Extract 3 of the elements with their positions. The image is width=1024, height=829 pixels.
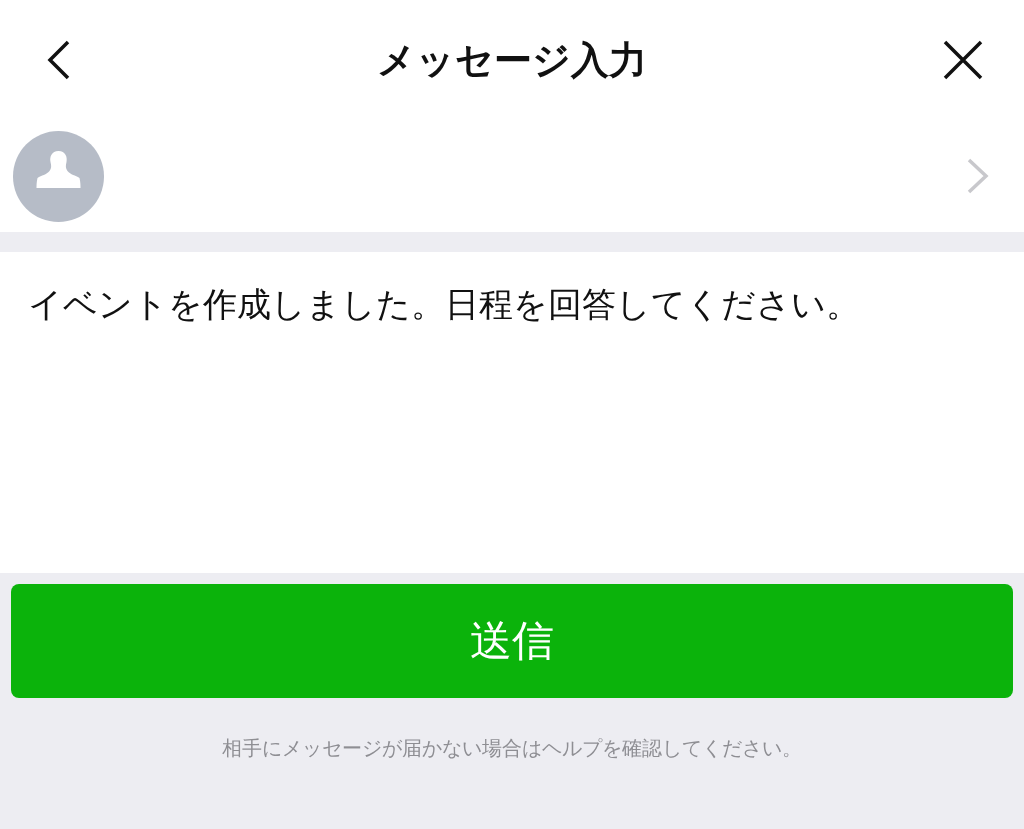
close-icon[interactable] xyxy=(942,39,984,81)
help-note: 相手にメッセージが届かない場合はヘルプを確認してください。 xyxy=(222,735,802,762)
screen-title: メッセージ入力 xyxy=(377,36,647,84)
